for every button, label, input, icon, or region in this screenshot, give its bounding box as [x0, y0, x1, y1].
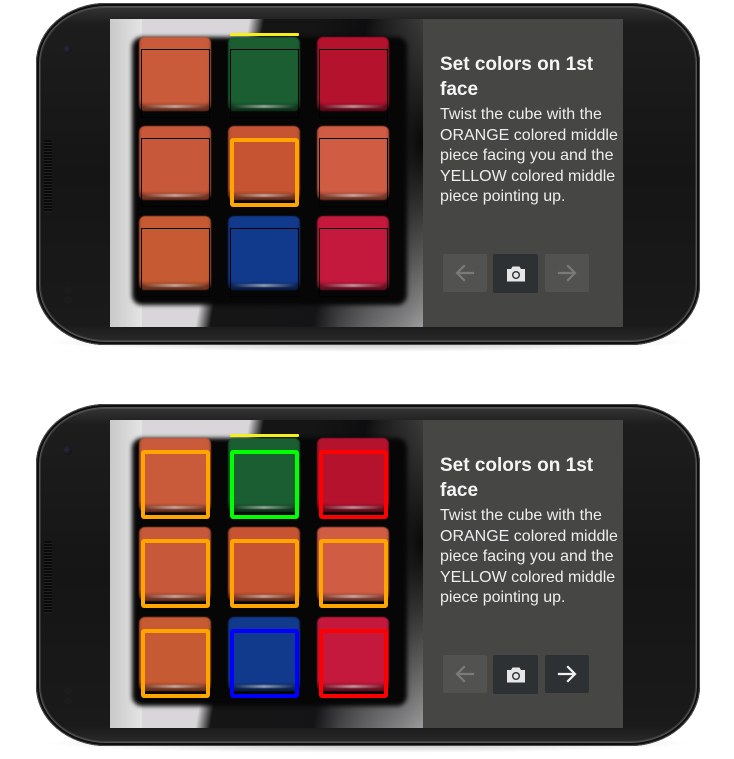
detection-box-bottom-center[interactable]: [230, 228, 299, 297]
sensor-dot: [64, 296, 72, 304]
speaker-grille: [44, 541, 52, 613]
detection-box-bottom-left[interactable]: [141, 629, 210, 698]
arrow-left-icon: [455, 665, 475, 683]
sensor-dot: [64, 687, 72, 695]
app-screen: Set colors on 1st face Twist the cube wi…: [110, 19, 623, 327]
up-direction-indicator: [230, 434, 299, 437]
detection-box-center[interactable]: [230, 539, 299, 608]
camera-icon: [506, 667, 525, 682]
detection-box-top-right[interactable]: [319, 49, 388, 118]
phone-screenshot-before: Set colors on 1st face Twist the cube wi…: [0, 0, 734, 356]
detection-box-top-center[interactable]: [230, 450, 299, 519]
app-screen: Set colors on 1st face Twist the cube wi…: [110, 420, 623, 728]
arrow-right-icon: [557, 665, 577, 683]
camera-preview[interactable]: [110, 420, 423, 728]
camera-preview[interactable]: [110, 19, 423, 327]
detection-box-center[interactable]: [230, 138, 299, 207]
sensor-dot: [64, 286, 72, 294]
next-face-button[interactable]: [545, 655, 589, 693]
instruction-panel: Set colors on 1st face Twist the cube wi…: [423, 19, 623, 327]
detection-box-bottom-right[interactable]: [319, 228, 388, 297]
instruction-panel: Set colors on 1st face Twist the cube wi…: [423, 420, 623, 728]
detection-box-middle-left[interactable]: [141, 539, 210, 608]
next-face-button[interactable]: [545, 254, 589, 292]
front-camera-icon: [63, 446, 72, 455]
panel-title: Set colors on 1st face: [440, 455, 594, 501]
panel-title: Set colors on 1st face: [440, 54, 594, 100]
panel-instructions: Twist the cube with the ORANGE colored m…: [440, 106, 618, 205]
speaker-grille: [44, 140, 52, 212]
front-camera-icon: [63, 45, 72, 54]
detection-box-bottom-right[interactable]: [319, 629, 388, 698]
sensor-dot: [64, 697, 72, 705]
detection-box-middle-right[interactable]: [319, 539, 388, 608]
panel-instructions: Twist the cube with the ORANGE colored m…: [440, 507, 618, 606]
previous-face-button[interactable]: [443, 655, 487, 693]
arrow-left-icon: [455, 264, 475, 282]
up-direction-indicator: [230, 33, 299, 36]
detection-box-middle-left[interactable]: [141, 138, 210, 207]
capture-button[interactable]: [493, 655, 538, 694]
detection-box-top-left[interactable]: [141, 49, 210, 118]
arrow-right-icon: [557, 264, 577, 282]
detection-box-middle-right[interactable]: [319, 138, 388, 207]
detection-box-bottom-left[interactable]: [141, 228, 210, 297]
camera-icon: [506, 266, 525, 281]
detection-box-top-center[interactable]: [230, 49, 299, 118]
detection-box-top-right[interactable]: [319, 450, 388, 519]
detection-box-bottom-center[interactable]: [230, 629, 299, 698]
previous-face-button[interactable]: [443, 254, 487, 292]
phone-screenshot-after: Set colors on 1st face Twist the cube wi…: [0, 401, 734, 757]
capture-button[interactable]: [493, 254, 538, 293]
detection-box-top-left[interactable]: [141, 450, 210, 519]
